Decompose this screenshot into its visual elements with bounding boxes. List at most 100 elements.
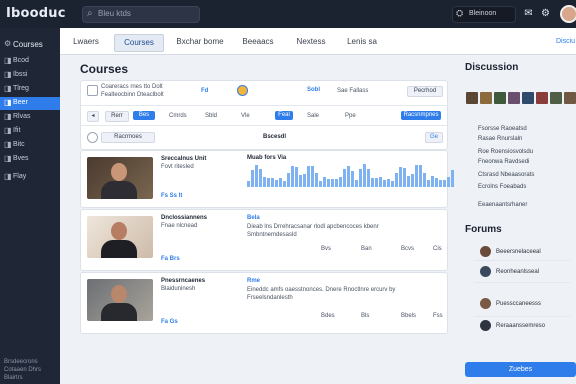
- waveform-bar: [291, 166, 294, 187]
- sidebar-item[interactable]: ◨ Bitc: [0, 139, 60, 152]
- discussion-item[interactable]: Ctsrasd Nbeaasorats: [478, 172, 534, 180]
- chip[interactable]: Sale: [307, 113, 319, 119]
- primary-button[interactable]: Racsnmpnes: [401, 111, 441, 120]
- avatar[interactable]: [560, 5, 576, 23]
- sidebar-item[interactable]: ◨ Ibssi: [0, 69, 60, 82]
- app-logo[interactable]: Ibooduc: [6, 6, 66, 21]
- tab-bar: Lwaers Courses Bxchar bome Beeaacs Nexte…: [60, 28, 576, 55]
- course-card[interactable]: Sreccalnus Unit Fovt ritesled Fs Ss lt M…: [80, 150, 454, 208]
- nav-icon: ◨: [4, 98, 12, 107]
- filter-code: Fd: [201, 88, 209, 94]
- course-title[interactable]: Dnclossiannens: [161, 215, 207, 221]
- notifications-icon[interactable]: ✉: [521, 6, 536, 21]
- discussion-thumbnails[interactable]: [466, 92, 576, 104]
- course-stat: Bvs: [321, 246, 332, 252]
- course-stat: Fss: [433, 313, 443, 319]
- tab-active[interactable]: Courses: [114, 34, 164, 52]
- waveform-bar: [371, 178, 374, 187]
- waveform-bar: [431, 176, 434, 187]
- chip-active[interactable]: Bes: [133, 111, 155, 120]
- waveform-bar: [283, 181, 286, 187]
- tab-right-link[interactable]: Disciu: [556, 38, 575, 45]
- chip[interactable]: Rerr: [105, 111, 129, 122]
- waveform-bar: [375, 178, 378, 187]
- course-title[interactable]: Sreccalnus Unit: [161, 156, 206, 162]
- checkbox[interactable]: [87, 85, 98, 96]
- chip[interactable]: Ppe: [345, 113, 356, 119]
- waveform-bar: [331, 179, 334, 187]
- discussion-item[interactable]: Fneonwa Ravdsedi: [478, 159, 529, 167]
- nav-icon: ◨: [4, 112, 12, 121]
- sidebar-header[interactable]: ⚙ Courses: [0, 38, 60, 51]
- discussion-item[interactable]: Roe Roensiosvolsdu: [478, 149, 533, 157]
- avatar: [480, 320, 491, 331]
- account-switcher[interactable]: ⛭ Bleinoon: [452, 6, 516, 23]
- tab[interactable]: Bxchar bome: [172, 34, 228, 50]
- course-stat: Cis: [433, 246, 442, 252]
- sidebar-item-active[interactable]: ◨ Beer: [0, 97, 60, 110]
- select-dropdown[interactable]: Racrrnoes: [101, 132, 155, 143]
- filter-line-2: Fealteocbinn Dteaclbolt: [101, 92, 164, 98]
- waveform-bar: [387, 179, 390, 187]
- chip[interactable]: Vle: [241, 113, 250, 119]
- sidebar-footer: Brsdeecrons Cotaaen Dhrs Blairtrs: [4, 359, 42, 381]
- divider: [81, 105, 447, 106]
- status-dot-icon: [237, 85, 248, 96]
- sidebar-item[interactable]: ◨ Bves: [0, 153, 60, 166]
- waveform-bar: [423, 173, 426, 187]
- waveform-bar: [367, 169, 370, 187]
- discussion-item[interactable]: Eeaenaantsrhaner: [478, 202, 527, 210]
- course-title[interactable]: Pnessrncaenes: [161, 278, 205, 284]
- chip[interactable]: Cmrds: [169, 113, 187, 119]
- discussion-item[interactable]: Ecrolns Foeabads: [478, 184, 526, 192]
- tab[interactable]: Nextess: [288, 34, 334, 50]
- course-subtitle: Blaiduninesh: [161, 286, 196, 292]
- chip[interactable]: Sbld: [205, 113, 217, 119]
- back-icon[interactable]: ◂: [87, 111, 99, 122]
- radio-button[interactable]: [87, 132, 98, 143]
- sidebar-item[interactable]: ◨ Ifit: [0, 125, 60, 138]
- course-meta: Fs Ss lt: [161, 193, 183, 199]
- waveform-bar: [403, 168, 406, 187]
- audio-waveform[interactable]: [247, 161, 459, 189]
- sort-label[interactable]: Sobl: [307, 87, 320, 93]
- nav-icon: ◨: [4, 56, 12, 65]
- course-thumbnail[interactable]: [87, 279, 153, 321]
- course-line: Frseelsndanlesth: [247, 295, 293, 301]
- chip-active[interactable]: Feal: [275, 111, 293, 120]
- tab[interactable]: Lenis sa: [342, 34, 382, 50]
- course-card[interactable]: Pnessrncaenes Blaiduninesh Fa Gs Rme Ein…: [80, 272, 448, 334]
- sidebar-item[interactable]: ◨ Flay: [0, 171, 60, 184]
- course-stat: Bcvs: [401, 246, 415, 252]
- discussion-item[interactable]: Fsorsse Raoeatsd: [478, 126, 527, 134]
- course-card[interactable]: Dnclossiannens Fnae nlcnead Fa Brs Bela …: [80, 209, 448, 271]
- waveform-bar: [311, 166, 314, 187]
- course-thumbnail[interactable]: [87, 216, 153, 258]
- waveform-bar: [263, 177, 266, 187]
- forum-action-button[interactable]: Zuebes: [465, 362, 576, 377]
- course-thumbnail[interactable]: [87, 157, 153, 199]
- sidebar-item[interactable]: ◨ Bcod: [0, 55, 60, 68]
- settings-icon[interactable]: ⚙: [538, 6, 553, 21]
- waveform-bar: [255, 165, 258, 187]
- filter-tag[interactable]: Sae Fallass: [337, 88, 368, 94]
- waveform-bar: [323, 177, 326, 187]
- tab[interactable]: Beeaacs: [236, 34, 280, 50]
- sidebar-item[interactable]: ◨ Rlvas: [0, 111, 60, 124]
- divider: [474, 316, 570, 317]
- waveform-bar: [419, 165, 422, 187]
- waveform-bar: [447, 177, 450, 187]
- sidebar-item[interactable]: ◨ Tlreg: [0, 83, 60, 96]
- waveform-bar: [379, 177, 382, 187]
- waveform-bar: [327, 179, 330, 187]
- waveform-bar: [271, 178, 274, 187]
- waveform-bar: [315, 173, 318, 187]
- action-button[interactable]: Pecrhod: [407, 86, 443, 97]
- waveform-bar: [279, 178, 282, 187]
- course-stat: Bls: [361, 313, 370, 319]
- search-input[interactable]: ⌕ Bleu ktds: [82, 6, 200, 23]
- course-subtitle: Fnae nlcnead: [161, 223, 198, 229]
- tab[interactable]: Lwaers: [66, 34, 106, 50]
- discussion-item[interactable]: Rasae Rnurslaln: [478, 136, 522, 144]
- waveform-bar: [287, 173, 290, 187]
